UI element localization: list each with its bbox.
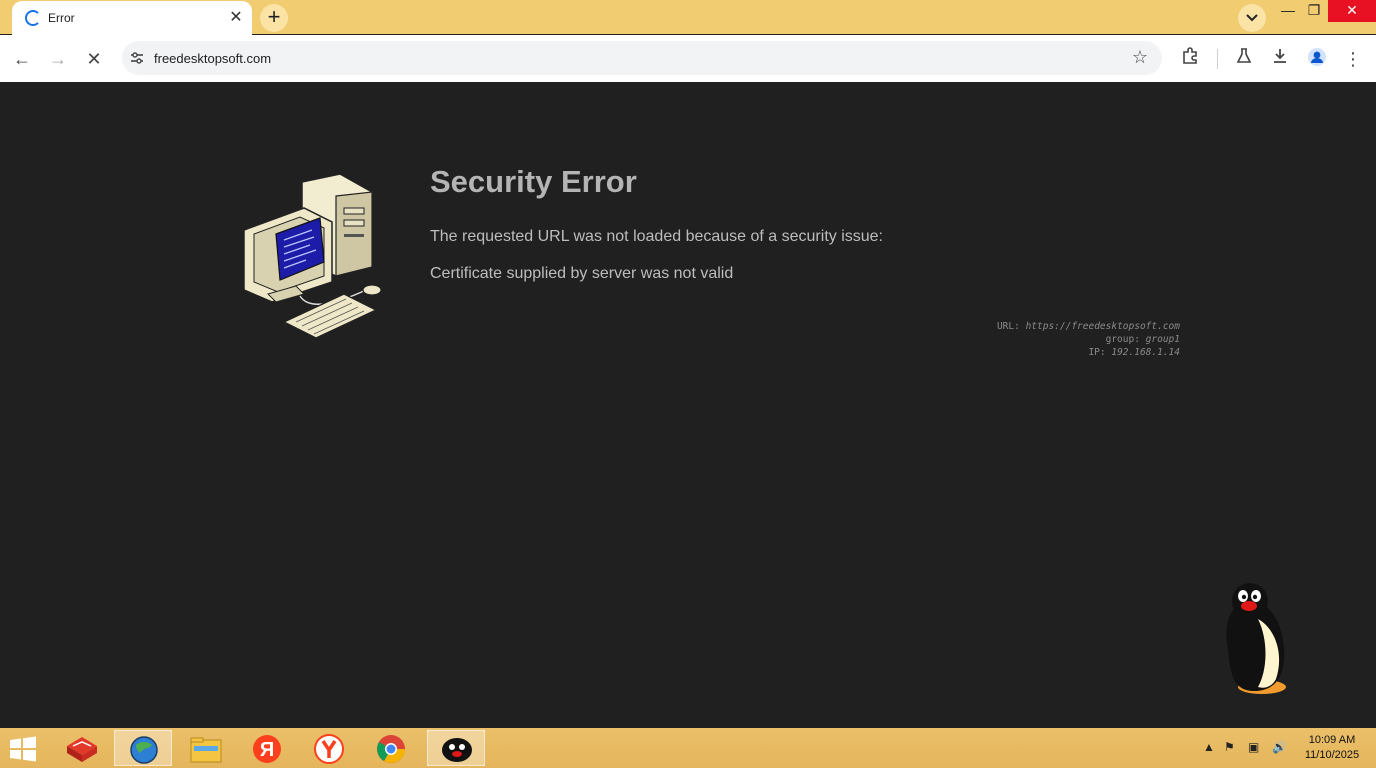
yandex-browser-icon[interactable]: [300, 730, 358, 766]
browser-window: Error ✕ + — ❐ ✕ ← → ✕ freedesktopsoft.co…: [0, 0, 1376, 768]
stop-loading-button[interactable]: ✕: [82, 47, 106, 71]
pingu-penguin-icon: [1226, 583, 1286, 694]
error-title: Security Error: [430, 164, 637, 199]
windows-taskbar: Я ▲ ⚑ ▣ 🔊 10:09 AM 11/10/2025: [0, 728, 1376, 768]
tab-error[interactable]: Error ✕: [12, 1, 252, 35]
detail-group: group: group1: [997, 333, 1180, 346]
detail-url-value: https://freedesktopsoft.com: [1025, 321, 1180, 332]
extensions-icon[interactable]: [1178, 47, 1202, 71]
tray-network-icon[interactable]: ▣: [1248, 740, 1259, 754]
pingu-icon[interactable]: [427, 730, 485, 766]
close-tab-icon[interactable]: ✕: [226, 8, 246, 28]
tab-search-button[interactable]: [1238, 4, 1266, 32]
browser-globe-icon[interactable]: [114, 730, 172, 766]
error-reason: Certificate supplied by server was not v…: [430, 265, 734, 282]
svg-text:Я: Я: [260, 739, 274, 761]
back-button[interactable]: ←: [10, 47, 34, 71]
browser-toolbar: ← → ✕ freedesktopsoft.com ☆ ⋮: [0, 35, 1376, 83]
site-info-icon[interactable]: [128, 49, 146, 67]
tray-chevron-up-icon[interactable]: ▲: [1203, 740, 1215, 754]
loading-spinner-icon: [25, 10, 41, 26]
new-tab-button[interactable]: +: [260, 4, 288, 32]
start-menu-icon[interactable]: [8, 736, 38, 762]
error-description: The requested URL was not loaded because…: [430, 228, 883, 245]
address-bar[interactable]: freedesktopsoft.com ☆: [122, 41, 1162, 75]
yandex-ya-icon[interactable]: Я: [238, 730, 296, 766]
close-window-button[interactable]: ✕: [1328, 0, 1376, 22]
chevron-down-icon: [1246, 14, 1258, 22]
labs-flask-icon[interactable]: [1232, 47, 1256, 71]
more-menu-icon[interactable]: ⋮: [1341, 47, 1365, 71]
clock-time: 10:09 AM: [1308, 734, 1356, 746]
forward-button[interactable]: →: [46, 47, 70, 71]
minimize-button[interactable]: —: [1274, 0, 1302, 22]
profile-avatar-icon[interactable]: [1305, 47, 1329, 71]
computer-illustration-icon: [243, 173, 382, 339]
tab-title: Error: [48, 11, 75, 25]
taskbar-clock[interactable]: 10:09 AM 11/10/2025: [1300, 733, 1364, 763]
detail-group-label: group:: [1105, 334, 1140, 345]
tray-flag-icon[interactable]: ⚑: [1224, 740, 1235, 754]
file-explorer-icon[interactable]: [176, 730, 234, 766]
detail-ip-value: 192.168.1.14: [1111, 347, 1180, 358]
detail-url-label: URL:: [996, 321, 1020, 332]
detail-group-value: group1: [1145, 334, 1180, 345]
detail-url: URL: https://freedesktopsoft.com: [997, 320, 1180, 333]
url-text: freedesktopsoft.com: [154, 51, 272, 66]
restore-button[interactable]: ❐: [1300, 0, 1328, 22]
downloads-icon[interactable]: [1268, 47, 1292, 71]
detail-ip-label: IP:: [1088, 347, 1106, 358]
toolbar-separator: [1217, 49, 1218, 69]
clock-date: 11/10/2025: [1304, 749, 1360, 761]
error-page: Security Error The requested URL was not…: [0, 82, 1376, 728]
chrome-icon[interactable]: [362, 730, 420, 766]
error-details: URL: https://freedesktopsoft.com group: …: [997, 320, 1180, 359]
detail-ip: IP: 192.168.1.14: [997, 346, 1180, 359]
bookmark-star-icon[interactable]: ☆: [1132, 47, 1148, 68]
tray-volume-icon[interactable]: 🔊: [1272, 740, 1287, 754]
tab-strip: Error ✕ + — ❐ ✕: [0, 0, 1376, 35]
app-red-package-icon[interactable]: [52, 730, 110, 766]
